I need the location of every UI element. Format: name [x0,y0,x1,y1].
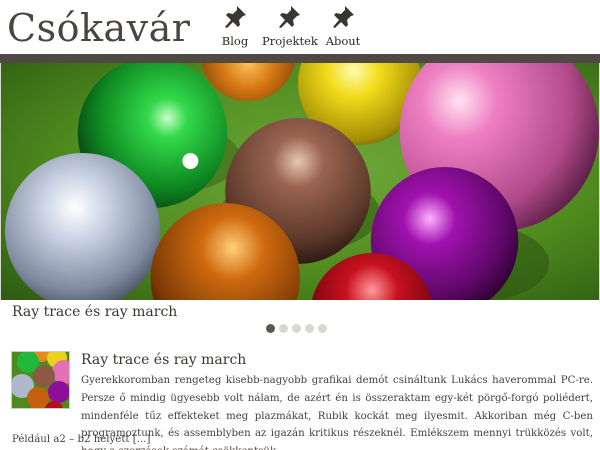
read-more-link[interactable]: [...] [133,434,151,445]
site-header: Csókavár Blog Projektek About [0,0,600,54]
post-excerpt-tail-text: Például a2 – b2 helyett [12,434,130,445]
header-divider-bar [0,54,600,63]
slider-dot-5[interactable] [318,324,327,333]
slider-dot-2[interactable] [279,324,288,333]
pushpin-icon [333,6,354,28]
main-nav: Blog Projektek About [208,4,370,52]
post-excerpt-tail: Például a2 – b2 helyett [...] [12,434,150,445]
nav-label-projektek: Projektek [262,34,318,48]
slider-dot-1[interactable] [266,324,275,333]
post-thumbnail-image [12,352,69,408]
nav-label-about: About [325,34,361,48]
slider-pagination [266,324,331,333]
slider-dot-4[interactable] [305,324,314,333]
nav-item-blog[interactable]: Blog [208,4,262,52]
nav-item-about[interactable]: About [316,4,370,52]
slider-dot-3[interactable] [292,324,301,333]
slide-caption[interactable]: Ray trace és ray march [12,304,177,320]
post-excerpt: Gyerekkoromban rengeteg kisebb-nagyobb g… [81,375,593,450]
nav-item-projektek[interactable]: Projektek [262,4,318,52]
post-title[interactable]: Ray trace és ray march [81,352,246,368]
pushpin-icon [225,6,246,28]
pushpin-icon [279,6,300,28]
featured-slider[interactable] [0,63,600,300]
post-thumbnail[interactable] [11,351,70,409]
site-title[interactable]: Csókavár [7,6,190,50]
post-entry: Ray trace és ray march Gyerekkoromban re… [0,345,600,450]
raytraced-spheres-image[interactable] [1,63,599,300]
nav-label-blog: Blog [221,34,249,48]
